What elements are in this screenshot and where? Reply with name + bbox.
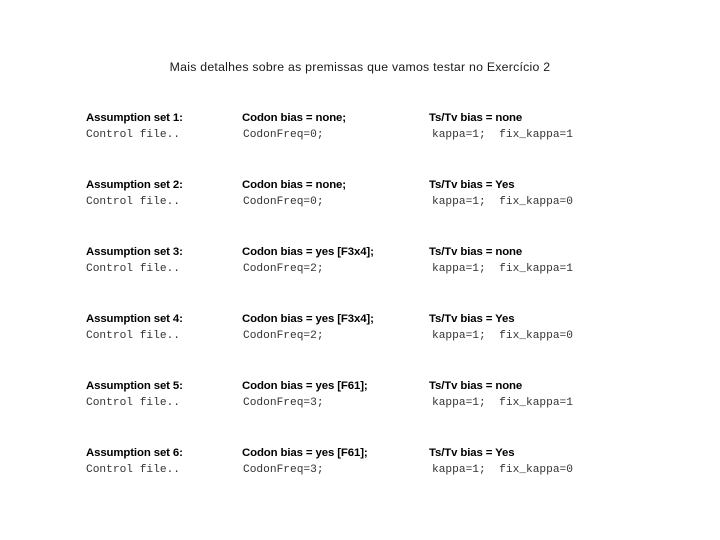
tstv-bias-label: Ts/Tv bias = none — [429, 246, 523, 258]
control-file-value: Control file.. — [86, 464, 180, 476]
assumption-set-label: Assumption set 5: — [86, 380, 183, 392]
assumption-set-label: Assumption set 1: — [86, 112, 183, 124]
assumption-set-heading-row: Assumption set 4: Codon bias = yes [F3x4]… — [0, 311, 720, 328]
assumption-set-heading-row: Assumption set 6: Codon bias = yes [F61];… — [0, 445, 720, 462]
slide-canvas: Mais detalhes sobre as premissas que vam… — [0, 0, 720, 540]
kappa-value: kappa=1; fix_kappa=1 — [432, 263, 573, 275]
tstv-bias-label: Ts/Tv bias = Yes — [429, 313, 515, 325]
assumption-set-label: Assumption set 2: — [86, 179, 183, 191]
assumption-set-heading-row: Assumption set 2: Codon bias = none; Ts/Tv… — [0, 177, 720, 194]
assumption-set-heading-row: Assumption set 5: Codon bias = yes [F61];… — [0, 378, 720, 395]
codon-freq-value: CodonFreq=2; — [243, 330, 324, 342]
assumption-set-control-row: Control file.. CodonFreq=2; kappa=1; fix_k… — [0, 261, 720, 278]
assumption-set-block: Assumption set 3: Codon bias = yes [F3x4]… — [0, 244, 720, 284]
codon-bias-label: Codon bias = yes [F61]; — [242, 447, 368, 459]
tstv-bias-label: Ts/Tv bias = none — [429, 112, 523, 124]
kappa-value: kappa=1; fix_kappa=0 — [432, 330, 573, 342]
assumption-set-control-row: Control file.. CodonFreq=2; kappa=1; fix_k… — [0, 328, 720, 345]
codon-freq-value: CodonFreq=3; — [243, 397, 324, 409]
assumption-set-control-row: Control file.. CodonFreq=0; kappa=1; fix_k… — [0, 194, 720, 211]
codon-freq-value: CodonFreq=3; — [243, 464, 324, 476]
tstv-bias-label: Ts/Tv bias = Yes — [429, 179, 515, 191]
assumption-sets-list: Assumption set 1: Codon bias = none; Ts/Tv… — [0, 0, 720, 540]
codon-bias-label: Codon bias = yes [F3x4]; — [242, 313, 374, 325]
control-file-value: Control file.. — [86, 196, 180, 208]
assumption-set-block: Assumption set 6: Codon bias = yes [F61];… — [0, 445, 720, 485]
codon-bias-label: Codon bias = none; — [242, 179, 346, 191]
assumption-set-control-row: Control file.. CodonFreq=0; kappa=1; fix_k… — [0, 127, 720, 144]
codon-bias-label: Codon bias = yes [F3x4]; — [242, 246, 374, 258]
codon-bias-label: Codon bias = yes [F61]; — [242, 380, 368, 392]
kappa-value: kappa=1; fix_kappa=1 — [432, 397, 573, 409]
assumption-set-control-row: Control file.. CodonFreq=3; kappa=1; fix_k… — [0, 395, 720, 412]
kappa-value: kappa=1; fix_kappa=1 — [432, 129, 573, 141]
assumption-set-block: Assumption set 2: Codon bias = none; Ts/Tv… — [0, 177, 720, 217]
kappa-value: kappa=1; fix_kappa=0 — [432, 464, 573, 476]
control-file-value: Control file.. — [86, 263, 180, 275]
assumption-set-label: Assumption set 3: — [86, 246, 183, 258]
tstv-bias-label: Ts/Tv bias = none — [429, 380, 523, 392]
codon-freq-value: CodonFreq=0; — [243, 196, 324, 208]
assumption-set-heading-row: Assumption set 3: Codon bias = yes [F3x4]… — [0, 244, 720, 261]
assumption-set-block: Assumption set 4: Codon bias = yes [F3x4]… — [0, 311, 720, 351]
tstv-bias-label: Ts/Tv bias = Yes — [429, 447, 515, 459]
codon-bias-label: Codon bias = none; — [242, 112, 346, 124]
assumption-set-label: Assumption set 6: — [86, 447, 183, 459]
assumption-set-heading-row: Assumption set 1: Codon bias = none; Ts/Tv… — [0, 110, 720, 127]
control-file-value: Control file.. — [86, 330, 180, 342]
assumption-set-block: Assumption set 1: Codon bias = none; Ts/Tv… — [0, 110, 720, 150]
control-file-value: Control file.. — [86, 397, 180, 409]
control-file-value: Control file.. — [86, 129, 180, 141]
assumption-set-control-row: Control file.. CodonFreq=3; kappa=1; fix_k… — [0, 462, 720, 479]
codon-freq-value: CodonFreq=0; — [243, 129, 324, 141]
assumption-set-block: Assumption set 5: Codon bias = yes [F61];… — [0, 378, 720, 418]
kappa-value: kappa=1; fix_kappa=0 — [432, 196, 573, 208]
codon-freq-value: CodonFreq=2; — [243, 263, 324, 275]
assumption-set-label: Assumption set 4: — [86, 313, 183, 325]
